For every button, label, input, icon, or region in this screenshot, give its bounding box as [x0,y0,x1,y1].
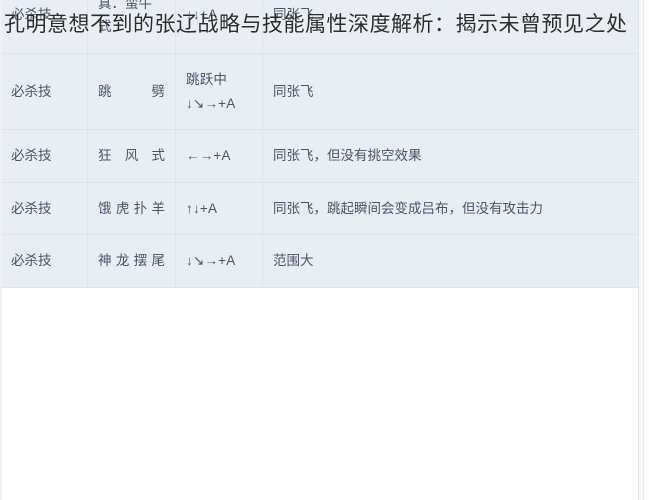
page-title: 孔明意想不到的张辽战略与技能属性深度解析：揭示未曾预见之处 [4,13,628,36]
page-stage: →+A 同张飞 必杀技 真．蛮牛式 ↓↓+A 同张飞 必杀技 跳劈 跳跃中↓↘→… [0,0,649,500]
table-row: 必杀技 饿虎扑羊 ↑↓+A 同张飞，跳起瞬间会变成吕布，但没有攻击力 [0,181,639,236]
cell-description: 同张飞，但没有挑空效果 [262,129,639,183]
page-right-gutter [638,0,649,500]
cell-type: 必杀技 [0,129,88,183]
cell-command: ↑↓+A [175,181,263,236]
page-left-edge [0,0,2,500]
table-row: 必杀技 狂风式 ←→+A 同张飞，但没有挑空效果 [0,129,639,183]
table-row: 必杀技 跳劈 跳跃中↓↘→+A 同张飞 [0,52,639,131]
table-row: 必杀技 神龙摆尾 ↓↘→+A 范围大 [0,234,639,288]
cell-command: ←→+A [175,129,263,183]
cell-description: 范围大 [262,234,639,288]
cell-name: 跳劈 [87,52,176,131]
cell-description: 同张飞，跳起瞬间会变成吕布，但没有攻击力 [262,181,639,236]
cell-description: 同张飞 [262,52,639,131]
cell-type: 必杀技 [0,234,88,288]
cell-command: 跳跃中↓↘→+A [175,52,263,131]
cell-type: 必杀技 [0,52,88,131]
cell-name: 饿虎扑羊 [87,181,176,236]
cell-name: 神龙摆尾 [87,234,176,288]
cell-command: ↓↘→+A [175,234,263,288]
cell-type: 必杀技 [0,181,88,236]
cell-name: 狂风式 [87,129,176,183]
